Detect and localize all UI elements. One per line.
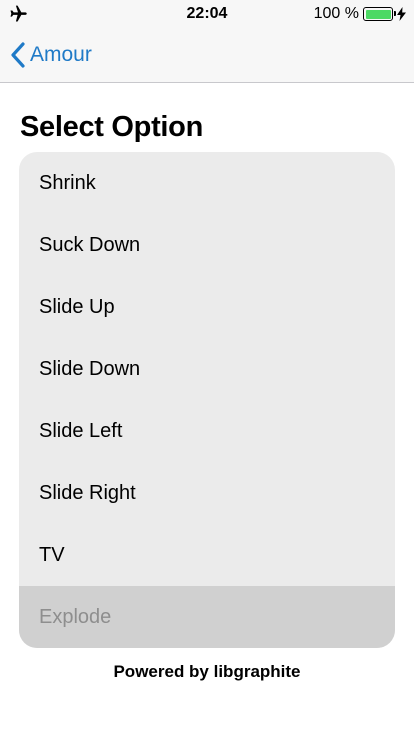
option-tv[interactable]: TV — [19, 524, 395, 586]
option-slide-right[interactable]: Slide Right — [19, 462, 395, 524]
battery-icon — [363, 7, 396, 21]
back-label: Amour — [30, 43, 92, 66]
option-shrink[interactable]: Shrink — [19, 152, 395, 214]
option-slide-left[interactable]: Slide Left — [19, 400, 395, 462]
status-right: 100 % — [314, 5, 406, 23]
option-suck-down[interactable]: Suck Down — [19, 214, 395, 276]
back-button[interactable]: Amour — [10, 40, 92, 70]
section-title: Select Option — [20, 111, 204, 143]
battery-percent: 100 % — [313, 5, 359, 22]
option-explode[interactable]: Explode — [19, 586, 395, 648]
footer-credit: Powered by libgraphite — [113, 662, 301, 681]
bolt-icon — [397, 7, 406, 21]
chevron-left-icon — [11, 42, 25, 68]
status-bar: 22:04 100 % — [0, 0, 414, 28]
options-list: Shrink Suck Down Slide Up Slide Down Sli… — [19, 152, 395, 648]
navigation-bar: Amour — [0, 28, 414, 83]
option-slide-up[interactable]: Slide Up — [19, 276, 395, 338]
option-slide-down[interactable]: Slide Down — [19, 338, 395, 400]
battery-level — [365, 9, 391, 19]
